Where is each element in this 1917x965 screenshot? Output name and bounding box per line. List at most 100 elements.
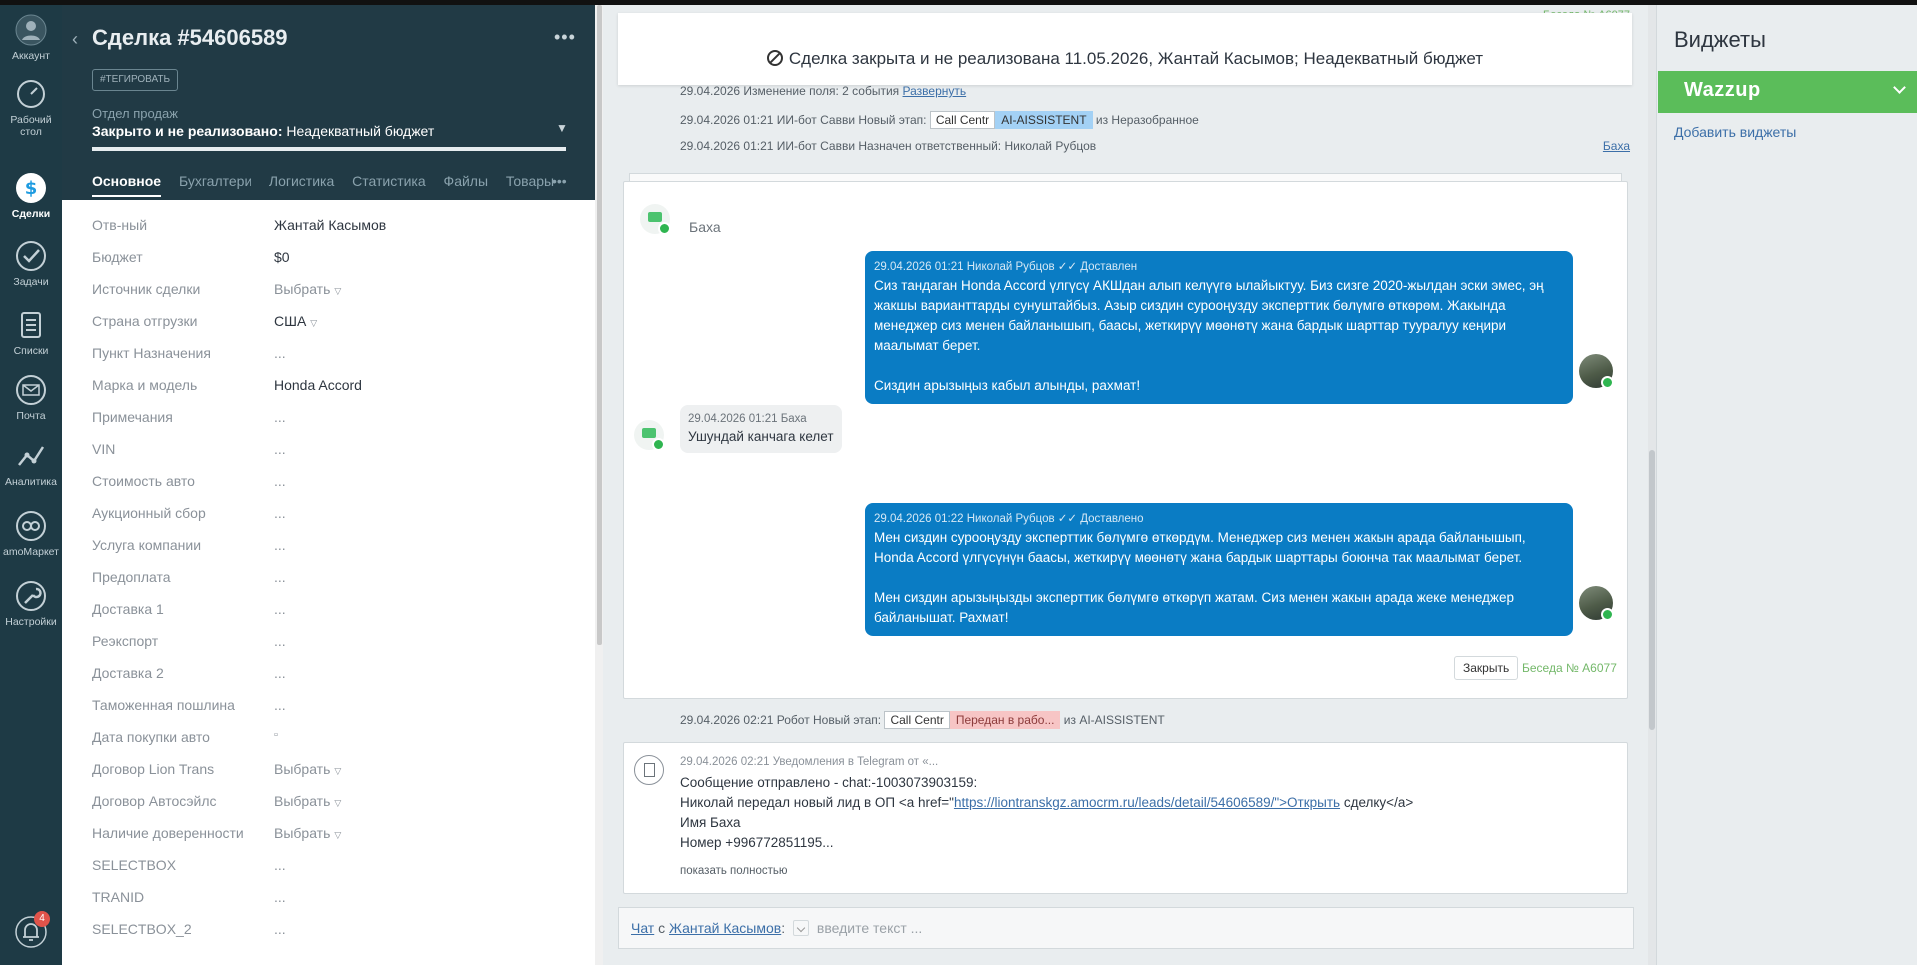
- tab-statistics[interactable]: Статистика: [352, 173, 426, 189]
- calendar-icon[interactable]: ▫: [274, 729, 278, 741]
- lead-url-link[interactable]: https://liontranskgz.amocrm.ru/leads/det…: [954, 795, 1340, 810]
- field-value[interactable]: ...: [274, 921, 286, 937]
- nav-mail[interactable]: Почта: [0, 373, 62, 422]
- field-value[interactable]: $0: [274, 249, 290, 265]
- nav-amomarket[interactable]: amoМаркет: [0, 509, 62, 558]
- tab-files[interactable]: Файлы: [444, 173, 488, 189]
- wazzup-widget[interactable]: Wazzup: [1658, 71, 1917, 113]
- nav-label: Настройки: [5, 616, 57, 628]
- field-customs-duty: Таможенная пошлина...: [92, 697, 572, 729]
- nav-analytics[interactable]: Аналитика: [0, 439, 62, 488]
- field-value[interactable]: ...: [274, 441, 286, 457]
- user-avatar: [1579, 586, 1614, 621]
- field-value[interactable]: ...: [274, 473, 286, 489]
- field-select[interactable]: США ▽: [274, 313, 317, 329]
- field-value[interactable]: ...: [274, 633, 286, 649]
- more-options-icon[interactable]: •••: [554, 27, 576, 48]
- chevron-down-icon[interactable]: ▼: [556, 121, 568, 135]
- field-select[interactable]: Выбрать ▽: [274, 761, 341, 777]
- field-value[interactable]: Honda Accord: [274, 377, 362, 393]
- field-label: Доставка 1: [92, 601, 164, 617]
- nav-notifications[interactable]: 4: [0, 911, 62, 952]
- nav-deals[interactable]: $ Сделки: [0, 171, 62, 220]
- chat-stack-decor: [629, 173, 1622, 181]
- field-value[interactable]: ...: [274, 537, 286, 553]
- chevron-down-icon[interactable]: [793, 920, 810, 936]
- contact-link[interactable]: Баха: [1603, 139, 1630, 153]
- field-delivery-2: Доставка 2...: [92, 665, 572, 697]
- nav-settings[interactable]: Настройки: [0, 579, 62, 628]
- nav-label: Почта: [16, 410, 46, 422]
- chat-conversation: Баха 29.04.2026 01:21 Николай Рубцов ✓✓ …: [623, 181, 1628, 699]
- message-meta: 29.04.2026 01:21 Баха: [688, 413, 807, 425]
- stage-from-badge: Call Centr: [929, 111, 996, 129]
- field-purchase-date: Дата покупки авто ▫: [92, 729, 572, 761]
- field-value[interactable]: ...: [274, 857, 286, 873]
- status-select[interactable]: Закрыто и не реализовано: Неадекватный б…: [92, 123, 434, 139]
- note-line: Имя Баха: [680, 815, 741, 830]
- stage-from-badge: Call Centr: [884, 711, 950, 729]
- nav-account[interactable]: Аккаунт: [0, 13, 62, 62]
- field-value[interactable]: ...: [274, 665, 286, 681]
- message-meta: 29.04.2026 01:21 Николай Рубцов ✓✓ Доста…: [874, 261, 1138, 273]
- tab-accounting[interactable]: Бухгалтерия: [179, 173, 251, 189]
- field-label: Примечания: [92, 409, 173, 425]
- message-text: Сиз тандаган Honda Accord үлгүсү АКШдан …: [874, 278, 1544, 353]
- message-input[interactable]: [816, 920, 1117, 936]
- nav-tasks[interactable]: Задачи: [0, 239, 62, 288]
- field-label: Дата покупки авто: [92, 729, 210, 745]
- field-value[interactable]: ...: [274, 409, 286, 425]
- field-label: Таможенная пошлина: [92, 697, 235, 713]
- recipient-link[interactable]: Жантай Касымов: [669, 920, 781, 936]
- tabs-more-icon[interactable]: •••: [552, 173, 567, 189]
- field-select[interactable]: Выбрать ▽: [274, 793, 341, 809]
- event-fields-changed: 29.04.2026 Изменение поля: 2 события Раз…: [680, 84, 966, 98]
- event-responsible-assigned: 29.04.2026 01:21 ИИ-бот Савви Назначен о…: [680, 139, 1096, 153]
- field-model: Марка и модель Honda Accord: [92, 377, 572, 409]
- card-scrollbar-thumb[interactable]: [597, 5, 602, 645]
- field-responsible: Отв-ный Жантай Касымов: [92, 217, 572, 249]
- field-select[interactable]: Выбрать ▽: [274, 281, 341, 297]
- field-vin: VIN...: [92, 441, 572, 473]
- field-select[interactable]: Выбрать ▽: [274, 825, 341, 841]
- feed-scrollbar-thumb[interactable]: [1649, 450, 1655, 730]
- dashboard-gauge-icon: [17, 80, 45, 108]
- event-tail: из AI-AISSISTENT: [1063, 713, 1165, 727]
- field-label: Предоплата: [92, 569, 171, 585]
- tag-button[interactable]: #ТЕГИРОВАТЬ: [92, 69, 179, 91]
- field-reexport: Реэкспорт...: [92, 633, 572, 665]
- field-label: Отв-ный: [92, 217, 148, 233]
- conversation-number[interactable]: Беседа № А6077: [1522, 661, 1617, 675]
- show-full-link[interactable]: показать полностью: [680, 865, 788, 877]
- nav-label: Аккаунт: [11, 50, 50, 62]
- field-value[interactable]: ...: [274, 697, 286, 713]
- expand-link[interactable]: Развернуть: [903, 84, 967, 98]
- back-chevron-icon[interactable]: ‹: [72, 29, 78, 50]
- nav-dashboard[interactable]: Рабочий стол: [0, 77, 62, 138]
- deal-title[interactable]: Сделка #54606589: [92, 25, 288, 51]
- field-label: Договор Автосэйлс: [92, 793, 217, 809]
- field-value[interactable]: ...: [274, 601, 286, 617]
- stage-to-badge: AI-AISSISTENT: [995, 111, 1093, 129]
- field-value[interactable]: ...: [274, 569, 286, 585]
- outgoing-message: 29.04.2026 01:22 Николай Рубцов ✓✓ Доста…: [865, 503, 1573, 636]
- field-value[interactable]: ...: [274, 505, 286, 521]
- close-chat-button[interactable]: Закрыть: [1454, 656, 1519, 680]
- field-country: Страна отгрузки США ▽: [92, 313, 572, 345]
- chevron-down-icon: ▽: [334, 286, 342, 296]
- tab-logistics[interactable]: Логистика: [269, 173, 334, 189]
- chat-type-link[interactable]: Чат: [631, 920, 654, 936]
- field-budget: Бюджет $0: [92, 249, 572, 281]
- nav-lists[interactable]: Списки: [0, 308, 62, 357]
- add-widgets-link[interactable]: Добавить виджеты: [1674, 124, 1796, 140]
- field-tranid: TRANID...: [92, 889, 572, 921]
- tab-products[interactable]: Товары: [506, 173, 554, 189]
- field-value[interactable]: ...: [274, 889, 286, 905]
- field-value[interactable]: Жантай Касымов: [274, 217, 386, 233]
- tab-main[interactable]: Основное: [92, 173, 162, 197]
- message-composer: Чат с Жантай Касымов:: [618, 907, 1634, 949]
- field-auction-fee: Аукционный сбор...: [92, 505, 572, 537]
- field-label: Аукционный сбор: [92, 505, 206, 521]
- field-value[interactable]: ...: [274, 345, 286, 361]
- field-selectbox-2: SELECTBOX_2...: [92, 921, 572, 953]
